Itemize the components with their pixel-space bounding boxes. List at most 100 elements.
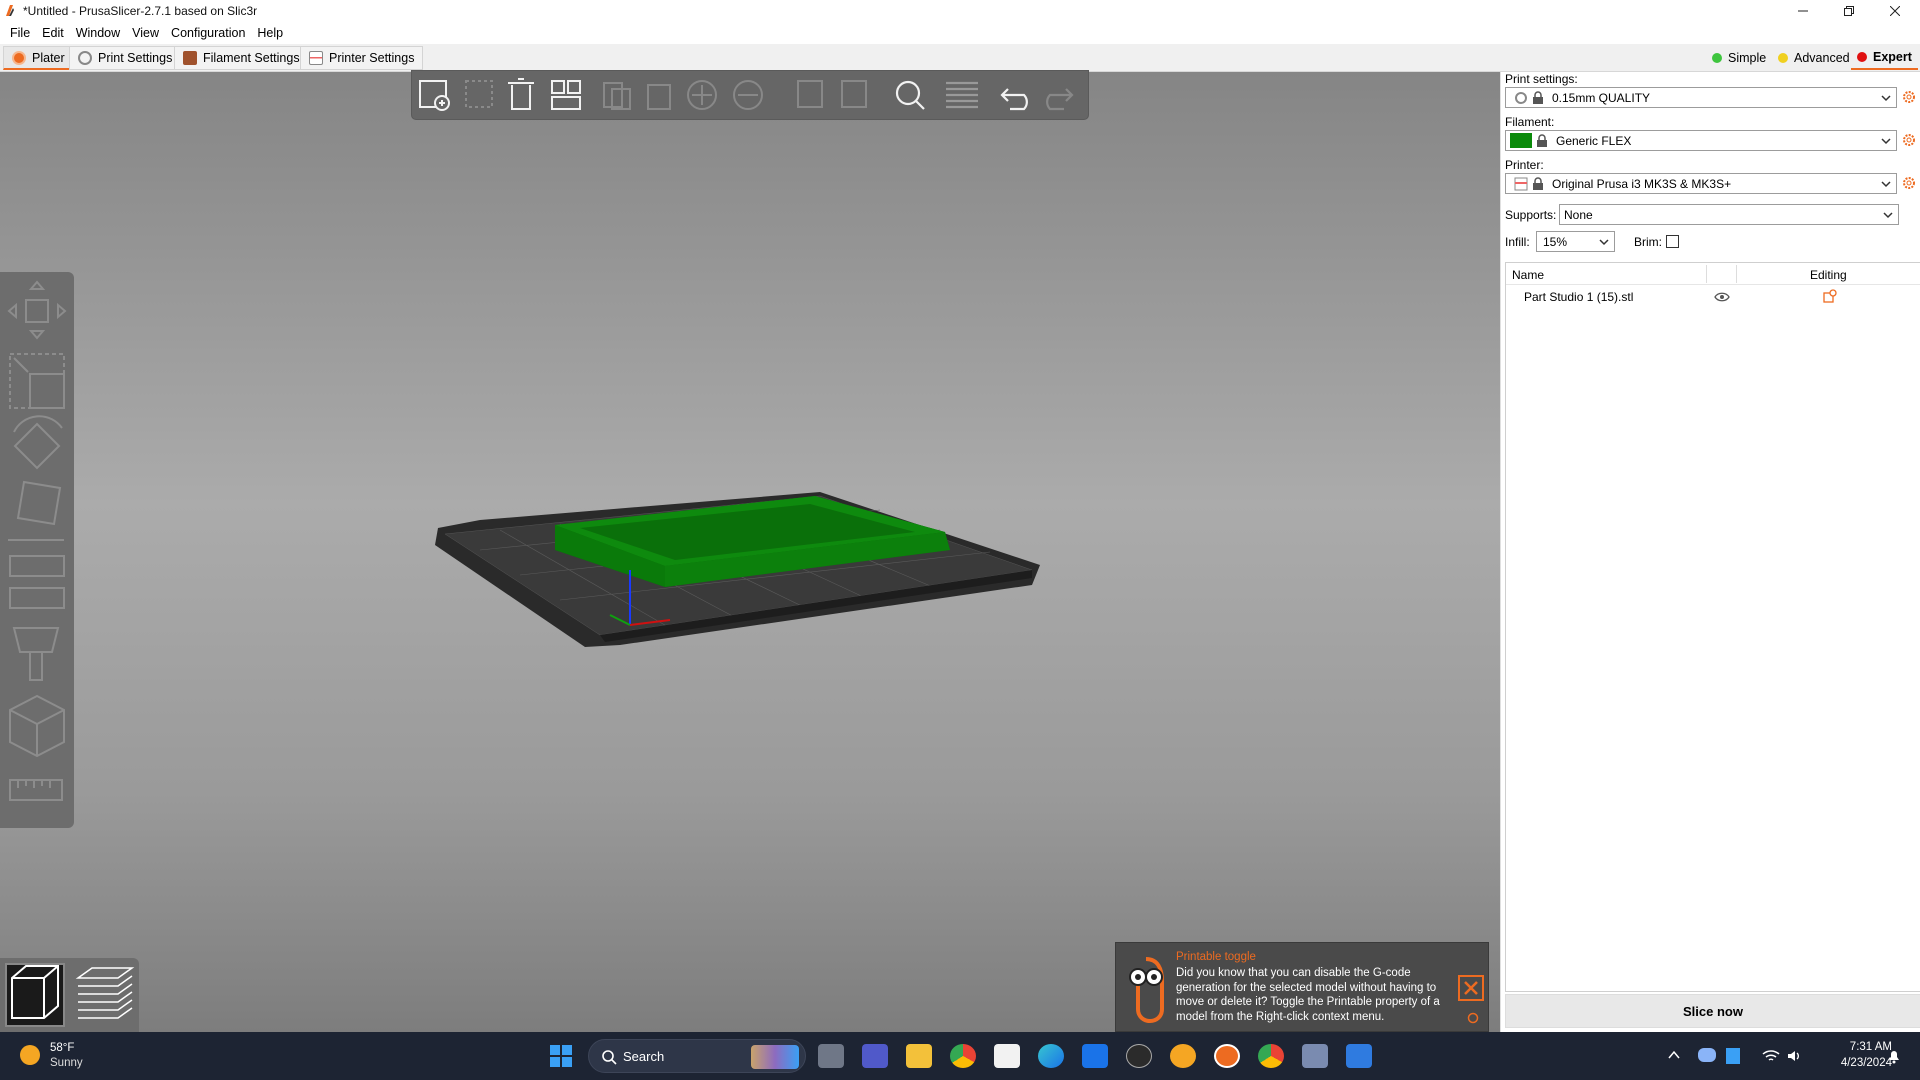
app-icon[interactable] — [1170, 1044, 1196, 1068]
arrange-icon[interactable] — [551, 80, 581, 110]
title-bar: *Untitled - PrusaSlicer-2.7.1 based on S… — [0, 0, 1920, 22]
chevron-down-icon — [1599, 239, 1609, 246]
tab-filament-settings[interactable]: Filament Settings — [174, 46, 309, 70]
notification-bell-icon[interactable] — [1886, 1048, 1902, 1064]
split-parts-icon[interactable] — [841, 80, 867, 108]
windows-start-icon[interactable] — [550, 1045, 572, 1067]
supports-paint-icon[interactable] — [12, 627, 60, 681]
chevron-up-icon[interactable] — [1668, 1050, 1680, 1060]
print-settings-gear-icon[interactable] — [1901, 89, 1917, 105]
filament-combo[interactable]: Generic FLEX — [1505, 130, 1897, 151]
seam-paint-icon[interactable] — [9, 694, 65, 758]
tab-printer-settings[interactable]: Printer Settings — [300, 46, 424, 70]
chevron-down-icon — [1881, 95, 1891, 102]
scale-icon[interactable] — [9, 353, 65, 409]
right-sidebar: Print settings: 0.15mm QUALITY Filament:… — [1500, 72, 1920, 1032]
settings-gear-icon[interactable] — [1466, 1011, 1480, 1025]
prusaslicer-taskbar-icon[interactable] — [1214, 1044, 1240, 1068]
add-instance-icon[interactable] — [687, 80, 717, 110]
menu-file[interactable]: File — [4, 22, 36, 44]
chrome-icon[interactable] — [1258, 1044, 1284, 1068]
filament-gear-icon[interactable] — [1901, 132, 1917, 148]
edit-settings-icon[interactable] — [1823, 289, 1837, 303]
remove-instance-icon[interactable] — [733, 80, 763, 110]
search-icon[interactable] — [895, 80, 925, 110]
weather-temp[interactable]: 58°F — [50, 1042, 74, 1054]
clock-time[interactable]: 7:31 AM — [1812, 1041, 1892, 1053]
tab-label: Filament Settings — [203, 51, 300, 65]
menu-configuration[interactable]: Configuration — [165, 22, 251, 44]
measure-icon[interactable] — [9, 779, 63, 801]
print-settings-combo[interactable]: 0.15mm QUALITY — [1505, 87, 1897, 108]
rotate-icon[interactable] — [13, 415, 63, 470]
window-title: *Untitled - PrusaSlicer-2.7.1 based on S… — [23, 4, 258, 18]
delete-all-icon[interactable] — [508, 78, 534, 110]
column-name-header[interactable]: Name — [1512, 268, 1544, 282]
list-header: Name Editing — [1506, 263, 1920, 285]
menu-view[interactable]: View — [126, 22, 165, 44]
3d-view-icon[interactable] — [5, 963, 65, 1027]
infill-combo[interactable]: 15% — [1536, 231, 1615, 252]
volume-icon[interactable] — [1786, 1048, 1802, 1064]
tab-plater[interactable]: Plater — [3, 46, 74, 70]
infill-value: 15% — [1543, 234, 1568, 249]
restore-button[interactable] — [1826, 0, 1872, 22]
split-objects-icon[interactable] — [797, 80, 823, 108]
dell-icon[interactable] — [1126, 1044, 1152, 1068]
copy-icon[interactable] — [603, 82, 631, 110]
brim-label: Brim: — [1634, 235, 1662, 249]
brim-checkbox[interactable] — [1666, 235, 1679, 248]
app-icon[interactable] — [1346, 1044, 1372, 1068]
edge-icon[interactable] — [1038, 1044, 1064, 1068]
preview-icon[interactable] — [75, 967, 135, 1019]
security-icon[interactable] — [1726, 1048, 1740, 1064]
weather-sun-icon[interactable] — [20, 1045, 40, 1065]
minimize-button[interactable] — [1780, 0, 1826, 22]
add-icon[interactable] — [419, 80, 450, 111]
layers-editing-icon[interactable] — [946, 81, 978, 109]
menu-help[interactable]: Help — [251, 22, 289, 44]
chrome-icon[interactable] — [950, 1044, 976, 1068]
list-item[interactable]: Part Studio 1 (15).stl — [1506, 287, 1920, 307]
printer-settings-icon — [309, 51, 323, 65]
wifi-icon[interactable] — [1762, 1048, 1780, 1064]
clock-date[interactable]: 4/23/2024 — [1812, 1057, 1892, 1069]
column-divider — [1706, 265, 1707, 283]
onedrive-icon[interactable] — [1698, 1048, 1716, 1062]
slice-now-button[interactable]: Slice now — [1505, 994, 1920, 1028]
menu-window[interactable]: Window — [70, 22, 126, 44]
close-window-button[interactable] — [1872, 0, 1918, 22]
lock-icon — [1533, 176, 1543, 190]
simple-mode-icon — [1712, 53, 1722, 63]
mode-advanced[interactable]: Advanced — [1772, 46, 1856, 70]
undo-icon[interactable] — [1000, 88, 1028, 111]
tab-label: Plater — [32, 50, 65, 65]
mode-expert[interactable]: Expert — [1851, 46, 1918, 70]
task-view-icon[interactable] — [818, 1044, 844, 1068]
cut-icon[interactable] — [9, 555, 65, 609]
hint-mascot-icon — [1129, 957, 1164, 1023]
advanced-mode-icon — [1778, 53, 1788, 63]
printer-gear-icon[interactable] — [1901, 175, 1917, 191]
microsoft-store-icon[interactable] — [994, 1044, 1020, 1068]
close-notification-button[interactable] — [1458, 975, 1484, 1001]
mode-simple[interactable]: Simple — [1706, 46, 1772, 70]
taskbar-search[interactable]: Search — [588, 1039, 806, 1073]
menu-edit[interactable]: Edit — [36, 22, 70, 44]
column-editing-header[interactable]: Editing — [1810, 268, 1847, 282]
delete-icon[interactable] — [465, 80, 493, 108]
supports-combo[interactable]: None — [1559, 204, 1899, 225]
filament-color-swatch[interactable] — [1510, 133, 1532, 148]
move-icon[interactable] — [7, 280, 67, 340]
mail-icon[interactable] — [1082, 1044, 1108, 1068]
file-explorer-icon[interactable] — [906, 1044, 932, 1068]
camera-icon[interactable] — [1302, 1044, 1328, 1068]
place-on-face-icon[interactable] — [8, 480, 64, 541]
paste-icon[interactable] — [647, 84, 671, 110]
redo-icon[interactable] — [1046, 88, 1074, 111]
teams-icon[interactable] — [862, 1044, 888, 1068]
eye-icon[interactable] — [1714, 291, 1730, 303]
object-list: Name Editing Part Studio 1 (15).stl — [1505, 262, 1920, 992]
tab-print-settings[interactable]: Print Settings — [69, 46, 182, 70]
printer-combo[interactable]: Original Prusa i3 MK3S & MK3S+ — [1505, 173, 1897, 194]
